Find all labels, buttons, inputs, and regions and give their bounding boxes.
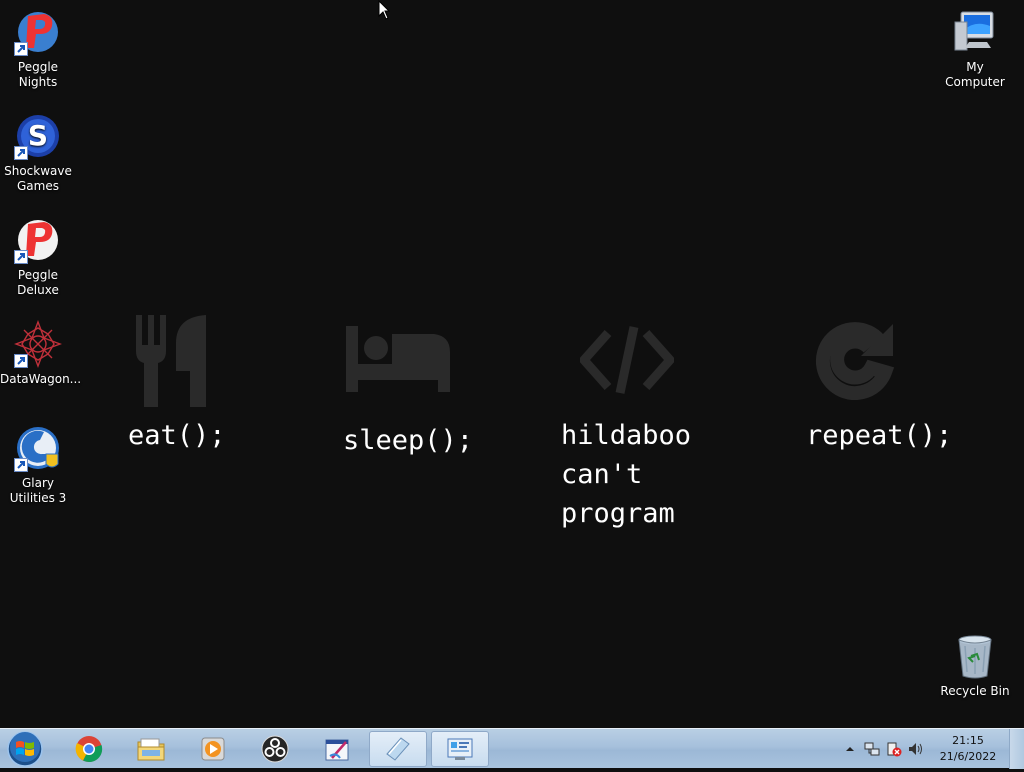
shortcut-arrow-icon: [14, 146, 28, 160]
desktop: Peggle Nights S Shockwave Games Peggle D…: [0, 0, 1024, 728]
clock[interactable]: 21:15 21/6/2022: [936, 733, 1000, 765]
taskbar-file-explorer[interactable]: [122, 731, 180, 767]
obs-icon: [261, 735, 289, 763]
paint-app-icon: [325, 739, 349, 761]
desktop-icon-peggle-deluxe[interactable]: Peggle Deluxe: [0, 216, 76, 298]
taskbar-obs[interactable]: [246, 731, 304, 767]
clock-time: 21:15: [952, 734, 984, 747]
desktop-icon-shockwave-games[interactable]: S Shockwave Games: [0, 112, 76, 194]
icon-label: DataWagon...: [0, 372, 82, 386]
wallpaper-text-hildaboo: hildaboo can't program: [561, 420, 692, 529]
file-explorer-icon: [137, 738, 165, 761]
taskbar-media-player[interactable]: [184, 731, 242, 767]
windows-orb-icon: [7, 731, 43, 767]
peggle-deluxe-icon: [14, 216, 62, 264]
icon-label: My Computer: [945, 60, 1005, 89]
shortcut-arrow-icon: [14, 354, 28, 368]
control-panel-icon: [447, 738, 473, 760]
wallpaper-text-repeat: repeat();: [806, 420, 953, 451]
icon-label: Peggle Nights: [17, 60, 59, 89]
recycle-bin-icon: [951, 632, 999, 680]
wallpaper-text-sleep: sleep();: [343, 425, 474, 456]
desktop-icon-recycle-bin[interactable]: Recycle Bin: [937, 632, 1013, 699]
notepad-icon: [386, 737, 410, 761]
chrome-icon: [75, 736, 103, 763]
datawagon-icon: [14, 320, 62, 368]
glary-utilities-icon: [14, 424, 62, 472]
taskbar-notepad[interactable]: [369, 731, 427, 767]
bed-icon: [346, 324, 452, 398]
computer-icon: [951, 8, 999, 56]
shortcut-arrow-icon: [14, 458, 28, 472]
repeat-icon: [813, 320, 897, 404]
desktop-icon-my-computer[interactable]: My Computer: [937, 8, 1013, 90]
action-center-icon[interactable]: [886, 741, 902, 757]
network-icon[interactable]: [864, 741, 880, 757]
start-button[interactable]: [4, 730, 46, 768]
icon-label: Glary Utilities 3: [9, 476, 67, 505]
fork-knife-icon: [134, 315, 210, 411]
mouse-cursor-icon: [378, 0, 391, 24]
wallpaper-text-eat: eat();: [128, 420, 226, 451]
system-tray: 21:15 21/6/2022: [834, 729, 1024, 769]
desktop-icon-glary-utilities[interactable]: Glary Utilities 3: [0, 424, 76, 506]
icon-label: Peggle Deluxe: [17, 268, 59, 297]
taskbar-chrome[interactable]: [60, 731, 118, 767]
svg-text:S: S: [28, 119, 48, 152]
taskbar-control-panel[interactable]: [431, 731, 489, 767]
show-desktop-button[interactable]: [1009, 729, 1024, 769]
taskbar: 21:15 21/6/2022: [0, 728, 1024, 769]
media-player-icon: [201, 737, 225, 761]
icon-label: Shockwave Games: [4, 164, 72, 193]
code-icon: [579, 325, 675, 399]
clock-date: 21/6/2022: [939, 750, 997, 763]
desktop-icon-peggle-nights[interactable]: Peggle Nights: [0, 8, 76, 90]
up-arrow-icon[interactable]: [842, 741, 858, 757]
icon-label: Recycle Bin: [940, 684, 1010, 698]
desktop-icon-datawagon[interactable]: DataWagon...: [0, 320, 81, 387]
volume-icon[interactable]: [908, 741, 924, 757]
shockwave-icon: S: [14, 112, 62, 160]
shortcut-arrow-icon: [14, 42, 28, 56]
peggle-nights-icon: [14, 8, 62, 56]
shortcut-arrow-icon: [14, 250, 28, 264]
taskbar-paint-app[interactable]: [308, 731, 366, 767]
